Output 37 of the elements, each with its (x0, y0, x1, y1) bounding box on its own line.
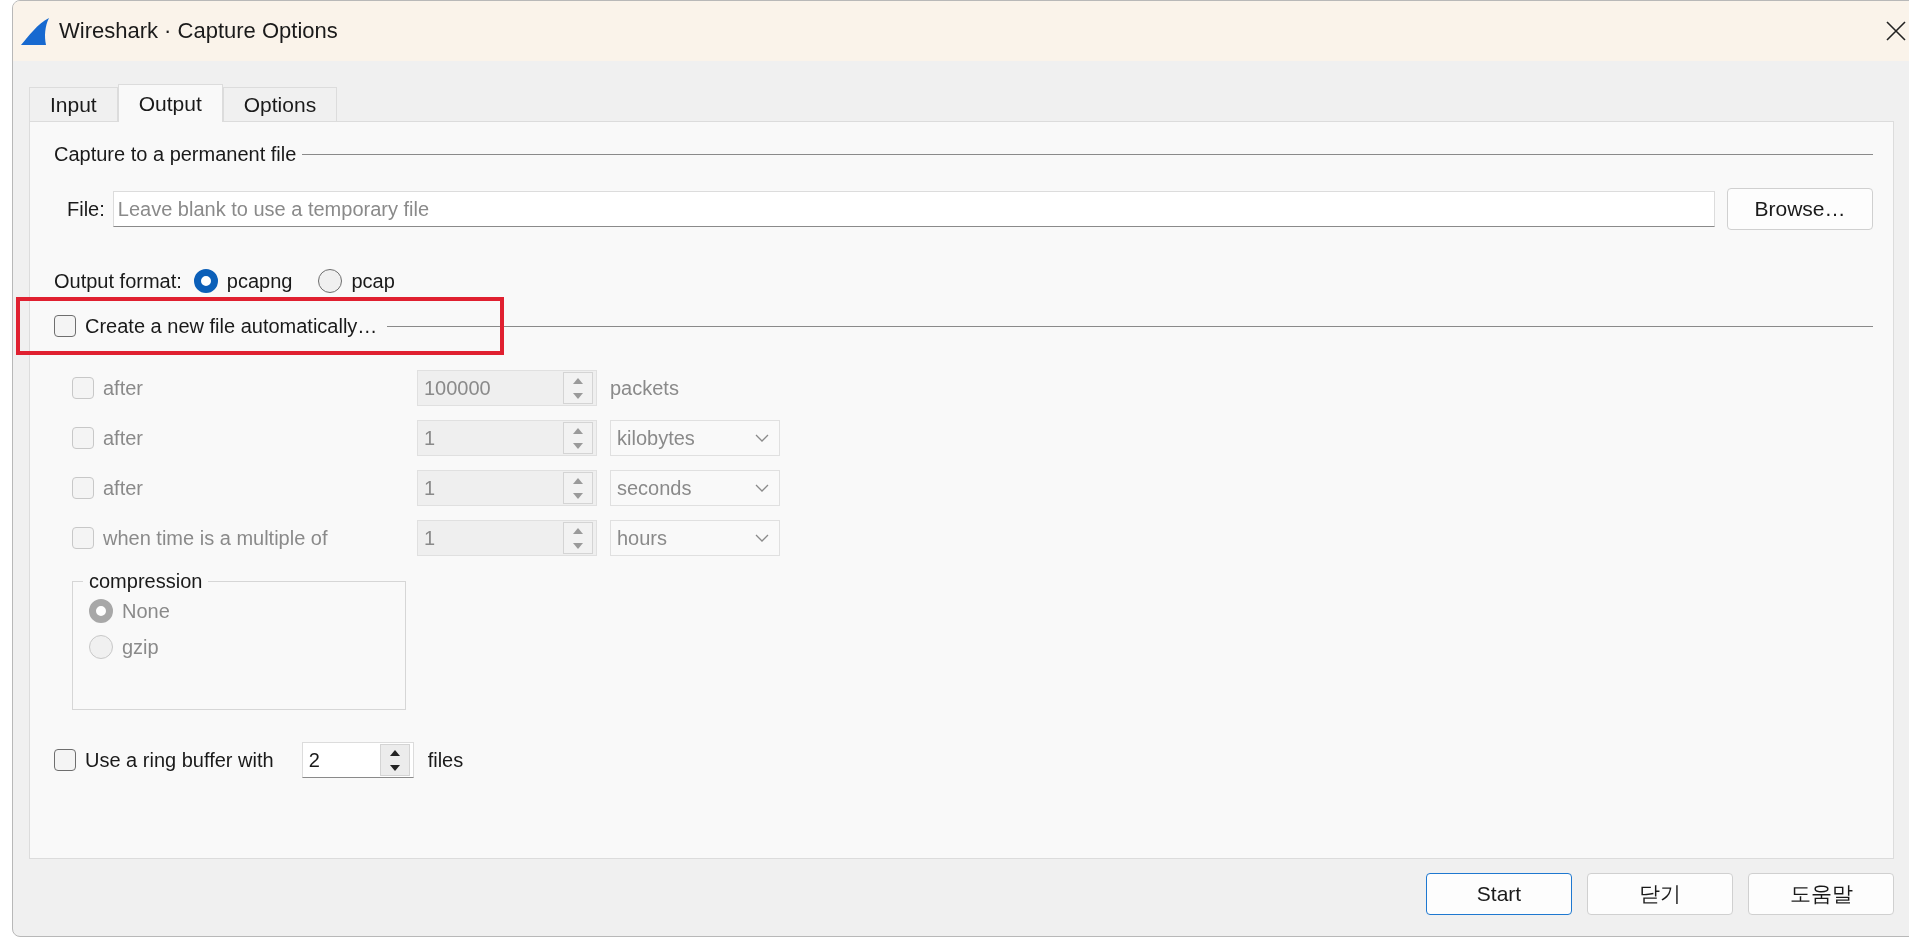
radio-label: None (122, 599, 170, 623)
checkbox-label: Create a new file automatically… (85, 314, 378, 338)
shark-fin-icon (19, 16, 49, 46)
chevron-down-icon (755, 484, 769, 492)
section-heading: Capture to a permanent file (54, 142, 297, 166)
dialog-button[interactable]: Start (1426, 873, 1572, 915)
unit-label: packets (610, 376, 679, 399)
radio-label: pcap (351, 269, 395, 293)
dialog-button[interactable]: 닫기 (1587, 873, 1733, 915)
radio-label: pcapng (226, 269, 293, 293)
checkbox-label: after (103, 426, 144, 450)
chevron-down-icon (755, 534, 769, 542)
unit-label: files (427, 748, 464, 772)
field-label: File: (67, 197, 105, 221)
spin-down-icon[interactable] (389, 764, 400, 771)
dialog-button[interactable]: 도움말 (1748, 873, 1894, 915)
chevron-down-icon (755, 434, 769, 442)
tab[interactable]: Output (117, 84, 223, 122)
radio-button[interactable] (318, 269, 343, 293)
checkbox[interactable] (54, 315, 76, 337)
group-title: compression (88, 570, 204, 593)
radio-label: gzip (122, 635, 159, 659)
tab[interactable]: Options (222, 87, 338, 121)
checkbox-label: after (103, 376, 144, 400)
checkbox-label: after (103, 476, 144, 500)
field-label: Output format: (54, 269, 182, 293)
checkbox-label: Use a ring buffer with (85, 748, 274, 772)
window-title: Wireshark · Capture Options (59, 18, 339, 44)
close-icon[interactable] (1886, 21, 1906, 41)
tab[interactable]: Input (29, 87, 118, 121)
spin-box[interactable]: 2 (301, 742, 414, 778)
checkbox-label: when time is a multiple of (103, 526, 328, 550)
browse-button[interactable]: Browse… (1727, 188, 1873, 230)
checkbox[interactable] (54, 749, 76, 771)
radio-button[interactable] (193, 269, 218, 293)
file-field[interactable]: Leave blank to use a temporary file (112, 191, 1715, 227)
spin-up-icon[interactable] (389, 749, 400, 756)
